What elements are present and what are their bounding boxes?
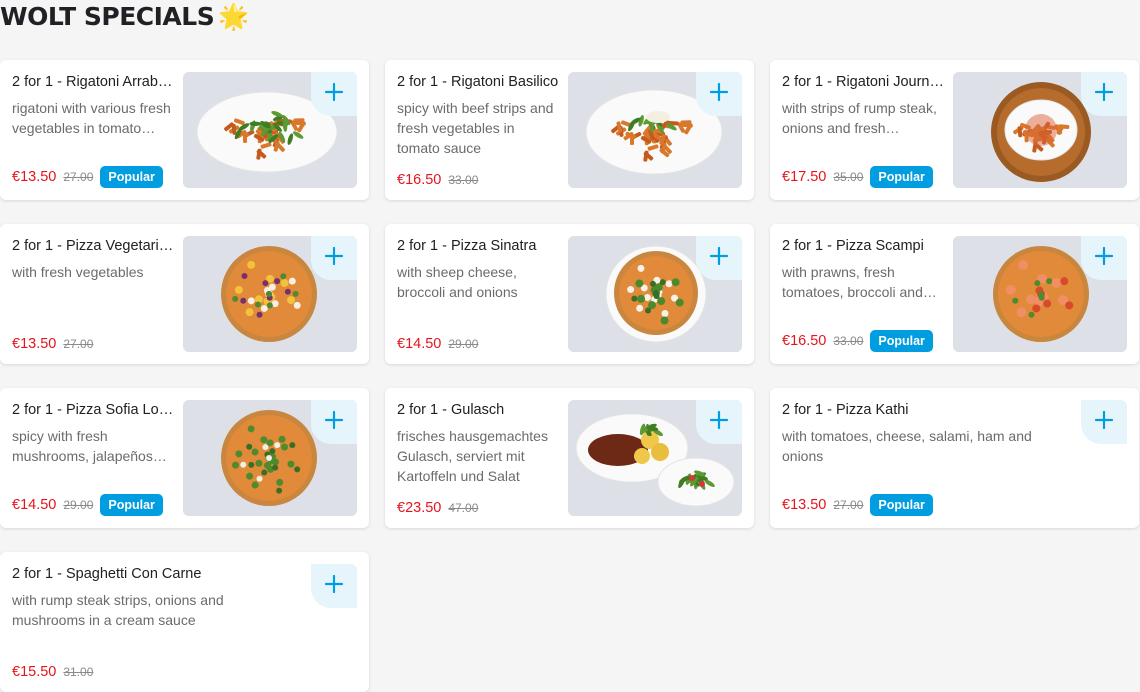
menu-item-card[interactable]: 2 for 1 - Pizza Sofia Loren spicy with fr…	[0, 388, 369, 528]
menu-item-original-price: 35.00	[833, 170, 864, 184]
menu-item-name: 2 for 1 - Pizza Sinatra	[397, 238, 537, 254]
add-to-cart-button[interactable]	[311, 564, 357, 608]
menu-item-card[interactable]: 2 for 1 - Gulasch frisches hausgemachtes …	[385, 388, 754, 528]
menu-item-card[interactable]: 2 for 1 - Pizza Kathi with tomatoes, chee…	[770, 388, 1139, 528]
price-row: €13.50 27.00 Popular	[782, 494, 933, 516]
plus-icon	[324, 410, 344, 435]
menu-item-price: €15.50	[12, 664, 57, 680]
popular-badge: Popular	[870, 494, 933, 516]
plus-icon	[324, 246, 344, 271]
price-row: €16.50 33.00	[397, 172, 478, 188]
menu-item-price: €23.50	[397, 500, 442, 516]
section-title-text: WOLT SPECIALS	[0, 2, 215, 31]
plus-icon	[709, 246, 729, 271]
menu-item-description: with rump steak strips, onions and mushr…	[12, 592, 224, 628]
popular-badge: Popular	[100, 494, 163, 516]
menu-item-price: €16.50	[782, 333, 827, 349]
menu-item-price: €14.50	[12, 497, 57, 513]
menu-item-price: €17.50	[782, 169, 827, 185]
price-row: €16.50 33.00 Popular	[782, 330, 933, 352]
menu-item-card[interactable]: 2 for 1 - Pizza Scampi with prawns, fresh…	[770, 224, 1139, 364]
menu-item-price: €16.50	[397, 172, 442, 188]
plus-icon	[1094, 410, 1114, 435]
star-emoji-icon: 🌟	[218, 2, 249, 31]
menu-item-name: 2 for 1 - Spaghetti Con Carne	[12, 566, 202, 582]
menu-item-price: €13.50	[12, 336, 57, 352]
menu-item-original-price: 29.00	[448, 337, 479, 351]
price-row: €15.50 31.00	[12, 664, 93, 680]
menu-item-name: 2 for 1 - Rigatoni Basilico	[397, 74, 559, 90]
menu-item-description: with strips of rump steak, onions and fr…	[782, 100, 937, 136]
menu-item-card[interactable]: 2 for 1 - Pizza Sinatra with sheep cheese…	[385, 224, 754, 364]
menu-item-price: €14.50	[397, 336, 442, 352]
price-row: €13.50 27.00 Popular	[12, 166, 163, 188]
price-row: €17.50 35.00 Popular	[782, 166, 933, 188]
menu-item-card[interactable]: 2 for 1 - Rigatoni Basilico spicy with be…	[385, 60, 754, 200]
menu-item-original-price: 33.00	[448, 173, 479, 187]
add-to-cart-button[interactable]	[311, 72, 357, 116]
menu-item-name: 2 for 1 - Rigatoni Arrabbiata	[12, 74, 174, 90]
menu-item-name: 2 for 1 - Gulasch	[397, 402, 505, 418]
add-to-cart-button[interactable]	[1081, 236, 1127, 280]
popular-badge: Popular	[870, 330, 933, 352]
menu-item-original-price: 33.00	[833, 334, 864, 348]
menu-item-description: with fresh vegetables	[12, 264, 144, 280]
menu-item-original-price: 29.00	[63, 498, 94, 512]
menu-item-description: frisches hausgemachtes Gulasch, serviert…	[397, 428, 548, 484]
menu-item-description: spicy with fresh mushrooms, jalapeños an…	[12, 428, 153, 464]
menu-item-card[interactable]: 2 for 1 - Pizza Vegetariana with fresh ve…	[0, 224, 369, 364]
add-to-cart-button[interactable]	[311, 400, 357, 444]
menu-item-name: 2 for 1 - Pizza Sofia Loren	[12, 402, 174, 418]
menu-item-original-price: 27.00	[63, 170, 94, 184]
menu-item-price: €13.50	[782, 497, 827, 513]
menu-item-description: with sheep cheese, broccoli and onions	[397, 264, 518, 300]
plus-icon	[1094, 246, 1114, 271]
price-row: €14.50 29.00	[397, 336, 478, 352]
add-to-cart-button[interactable]	[696, 72, 742, 116]
plus-icon	[324, 82, 344, 107]
menu-item-description: with prawns, fresh tomatoes, broccoli an…	[782, 264, 923, 300]
popular-badge: Popular	[870, 166, 933, 188]
menu-item-card[interactable]: 2 for 1 - Rigatoni Arrabbiata rigatoni wi…	[0, 60, 369, 200]
section-title: WOLT SPECIALS 🌟	[0, 2, 249, 32]
menu-item-card[interactable]: 2 for 1 - Rigatoni Journey with strips of…	[770, 60, 1139, 200]
menu-item-description: with tomatoes, cheese, salami, ham and o…	[782, 428, 1032, 464]
price-row: €23.50 47.00	[397, 500, 478, 516]
plus-icon	[1094, 82, 1114, 107]
add-to-cart-button[interactable]	[311, 236, 357, 280]
menu-item-original-price: 27.00	[63, 337, 94, 351]
menu-grid: 2 for 1 - Rigatoni Arrabbiata rigatoni wi…	[0, 60, 1139, 692]
add-to-cart-button[interactable]	[1081, 72, 1127, 116]
menu-item-original-price: 31.00	[63, 665, 94, 679]
price-row: €13.50 27.00	[12, 336, 93, 352]
menu-item-description: spicy with beef strips and fresh vegetab…	[397, 100, 554, 156]
popular-badge: Popular	[100, 166, 163, 188]
menu-item-price: €13.50	[12, 169, 57, 185]
add-to-cart-button[interactable]	[1081, 400, 1127, 444]
price-row: €14.50 29.00 Popular	[12, 494, 163, 516]
menu-item-name: 2 for 1 - Pizza Kathi	[782, 402, 909, 418]
add-to-cart-button[interactable]	[696, 236, 742, 280]
menu-item-original-price: 47.00	[448, 501, 479, 515]
menu-item-name: 2 for 1 - Pizza Scampi	[782, 238, 924, 254]
menu-item-original-price: 27.00	[833, 498, 864, 512]
menu-item-description: rigatoni with various fresh vegetables i…	[12, 100, 171, 136]
menu-item-card[interactable]: 2 for 1 - Spaghetti Con Carne with rump s…	[0, 552, 369, 692]
plus-icon	[324, 574, 344, 599]
menu-item-name: 2 for 1 - Rigatoni Journey	[782, 74, 944, 90]
plus-icon	[709, 82, 729, 107]
add-to-cart-button[interactable]	[696, 400, 742, 444]
plus-icon	[709, 410, 729, 435]
menu-item-name: 2 for 1 - Pizza Vegetariana	[12, 238, 174, 254]
